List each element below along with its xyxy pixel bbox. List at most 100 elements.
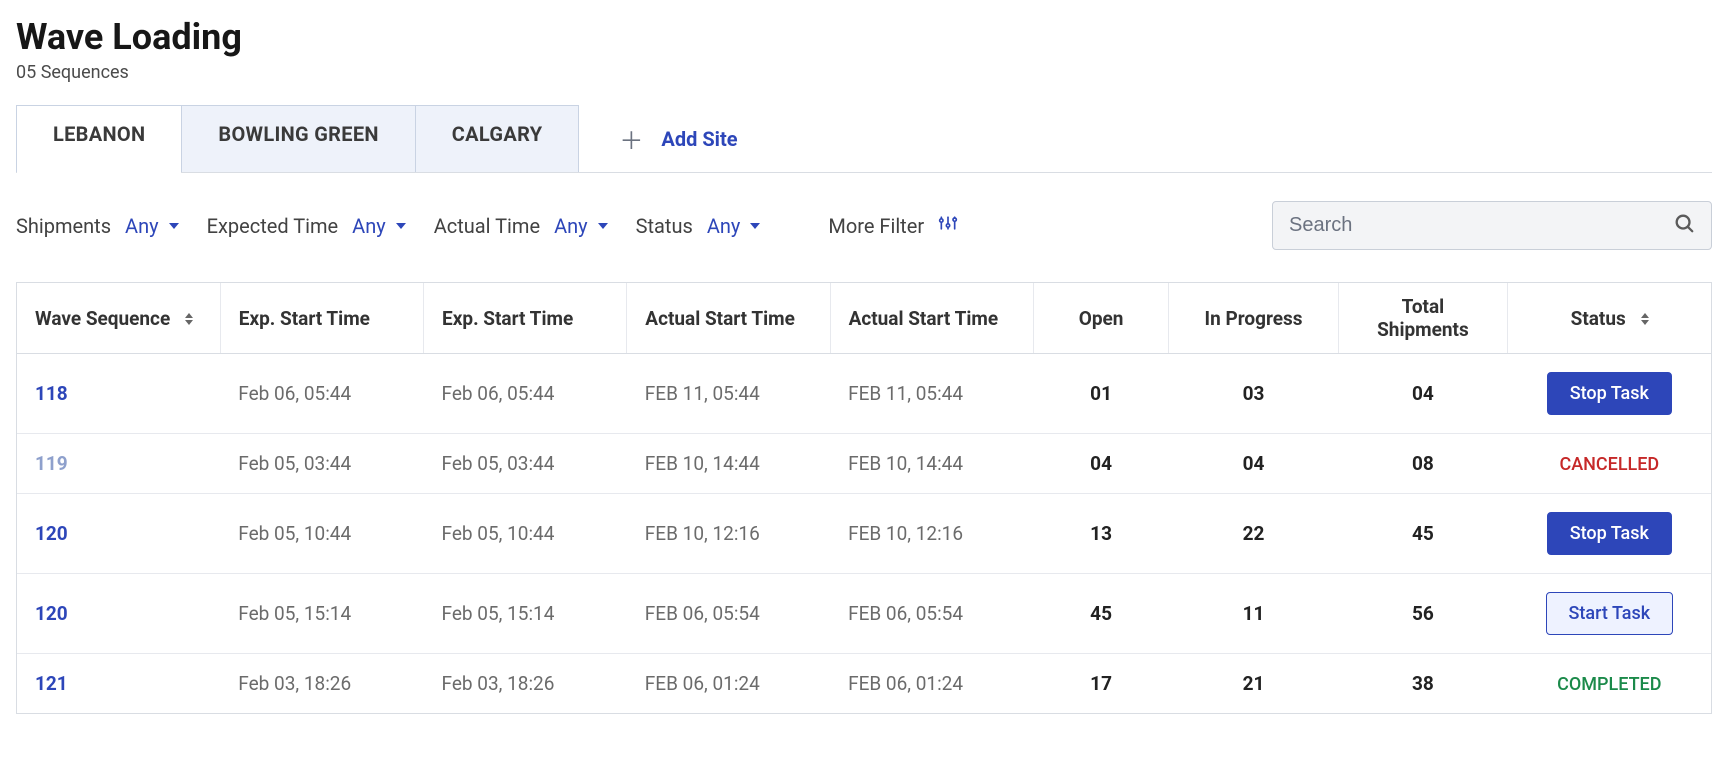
filter-shipments-value-text: Any (125, 214, 159, 238)
tab-site[interactable]: LEBANON (16, 105, 182, 172)
exp-start-2-cell: Feb 05, 03:44 (424, 434, 627, 494)
col-exp-start-2[interactable]: Exp. Start Time (424, 283, 627, 354)
in-progress-cell: 03 (1169, 354, 1338, 434)
col-wave-sequence-label: Wave Sequence (35, 307, 170, 330)
sliders-icon (938, 213, 958, 238)
actual-start-1-cell: FEB 10, 14:44 (627, 434, 830, 494)
table-row: 118Feb 06, 05:44Feb 06, 05:44FEB 11, 05:… (17, 354, 1711, 434)
col-exp-start-1[interactable]: Exp. Start Time (220, 283, 423, 354)
col-wave-sequence[interactable]: Wave Sequence (17, 283, 220, 354)
filter-expected-time-value[interactable]: Any (352, 214, 406, 238)
exp-start-1-cell: Feb 06, 05:44 (220, 354, 423, 434)
status-cell: Start Task (1508, 574, 1711, 654)
total-shipments-cell: 08 (1338, 434, 1507, 494)
chevron-down-icon (750, 223, 760, 229)
chevron-down-icon (169, 223, 179, 229)
exp-start-1-cell: Feb 05, 15:14 (220, 574, 423, 654)
total-shipments-cell: 45 (1338, 494, 1507, 574)
in-progress-cell: 21 (1169, 654, 1338, 714)
tab-site[interactable]: BOWLING GREEN (182, 105, 415, 172)
open-cell: 04 (1033, 434, 1169, 494)
actual-start-2-cell: FEB 10, 12:16 (830, 494, 1033, 574)
open-cell: 17 (1033, 654, 1169, 714)
wave-sequence-link[interactable]: 120 (17, 494, 220, 574)
tab-site[interactable]: CALGARY (416, 105, 580, 172)
add-site-label: Add Site (661, 127, 737, 151)
wave-sequence-link[interactable]: 121 (17, 654, 220, 714)
sort-icon (1641, 313, 1649, 325)
filter-actual-time-label: Actual Time (434, 214, 540, 238)
filters-row: Shipments Any Expected Time Any Actual T… (16, 201, 1712, 250)
filter-shipments-value[interactable]: Any (125, 214, 179, 238)
in-progress-cell: 11 (1169, 574, 1338, 654)
filter-actual-time-value[interactable]: Any (554, 214, 608, 238)
filter-status-value-text: Any (707, 214, 741, 238)
filter-expected-time-value-text: Any (352, 214, 386, 238)
col-open[interactable]: Open (1033, 283, 1169, 354)
exp-start-2-cell: Feb 06, 05:44 (424, 354, 627, 434)
filter-shipments-label: Shipments (16, 214, 111, 238)
status-cell: COMPLETED (1508, 654, 1711, 714)
actual-start-1-cell: FEB 10, 12:16 (627, 494, 830, 574)
filter-expected-time: Expected Time Any (207, 214, 406, 238)
wave-sequence-link[interactable]: 118 (17, 354, 220, 434)
page-title: Wave Loading (16, 16, 1712, 58)
add-site-button[interactable]: ＋ Add Site (619, 105, 737, 172)
filter-status-value[interactable]: Any (707, 214, 761, 238)
more-filter-button[interactable]: More Filter (828, 213, 958, 238)
exp-start-2-cell: Feb 05, 15:14 (424, 574, 627, 654)
open-cell: 01 (1033, 354, 1169, 434)
table-row: 119Feb 05, 03:44Feb 05, 03:44FEB 10, 14:… (17, 434, 1711, 494)
exp-start-1-cell: Feb 05, 10:44 (220, 494, 423, 574)
sort-icon (185, 313, 193, 325)
actual-start-2-cell: FEB 06, 05:54 (830, 574, 1033, 654)
in-progress-cell: 22 (1169, 494, 1338, 574)
filter-status-label: Status (636, 214, 693, 238)
exp-start-2-cell: Feb 03, 18:26 (424, 654, 627, 714)
actual-start-2-cell: FEB 10, 14:44 (830, 434, 1033, 494)
wave-sequence-link[interactable]: 120 (17, 574, 220, 654)
filter-status: Status Any (636, 214, 761, 238)
page-header: Wave Loading 05 Sequences (16, 16, 1712, 83)
page-subtitle: 05 Sequences (16, 62, 1712, 83)
col-actual-start-1[interactable]: Actual Start Time (627, 283, 830, 354)
search-box[interactable] (1272, 201, 1712, 250)
open-cell: 13 (1033, 494, 1169, 574)
actual-start-1-cell: FEB 06, 01:24 (627, 654, 830, 714)
status-cell: Stop Task (1508, 354, 1711, 434)
exp-start-1-cell: Feb 03, 18:26 (220, 654, 423, 714)
status-cancelled: CANCELLED (1559, 454, 1659, 475)
total-shipments-cell: 04 (1338, 354, 1507, 434)
actual-start-2-cell: FEB 06, 01:24 (830, 654, 1033, 714)
status-completed: COMPLETED (1557, 674, 1661, 695)
open-cell: 45 (1033, 574, 1169, 654)
table-row: 121Feb 03, 18:26Feb 03, 18:26FEB 06, 01:… (17, 654, 1711, 714)
site-tabs: LEBANONBOWLING GREENCALGARY ＋ Add Site (16, 105, 1712, 173)
actual-start-1-cell: FEB 06, 05:54 (627, 574, 830, 654)
filter-shipments: Shipments Any (16, 214, 179, 238)
filter-actual-time-value-text: Any (554, 214, 588, 238)
stop-task-button[interactable]: Stop Task (1547, 372, 1672, 415)
chevron-down-icon (598, 223, 608, 229)
exp-start-2-cell: Feb 05, 10:44 (424, 494, 627, 574)
total-shipments-cell: 56 (1338, 574, 1507, 654)
start-task-button[interactable]: Start Task (1546, 592, 1674, 635)
actual-start-1-cell: FEB 11, 05:44 (627, 354, 830, 434)
in-progress-cell: 04 (1169, 434, 1338, 494)
table-row: 120Feb 05, 10:44Feb 05, 10:44FEB 10, 12:… (17, 494, 1711, 574)
status-cell: CANCELLED (1508, 434, 1711, 494)
col-actual-start-2[interactable]: Actual Start Time (830, 283, 1033, 354)
wave-table: Wave Sequence Exp. Start Time Exp. Start… (16, 282, 1712, 714)
total-shipments-cell: 38 (1338, 654, 1507, 714)
col-in-progress[interactable]: In Progress (1169, 283, 1338, 354)
col-status[interactable]: Status (1508, 283, 1711, 354)
actual-start-2-cell: FEB 11, 05:44 (830, 354, 1033, 434)
search-input[interactable] (1289, 214, 1673, 237)
wave-sequence-link[interactable]: 119 (17, 434, 220, 494)
stop-task-button[interactable]: Stop Task (1547, 512, 1672, 555)
col-total-shipments[interactable]: Total Shipments (1338, 283, 1507, 354)
chevron-down-icon (396, 223, 406, 229)
col-status-label: Status (1571, 307, 1626, 330)
table-header-row: Wave Sequence Exp. Start Time Exp. Start… (17, 283, 1711, 354)
filter-expected-time-label: Expected Time (207, 214, 339, 238)
